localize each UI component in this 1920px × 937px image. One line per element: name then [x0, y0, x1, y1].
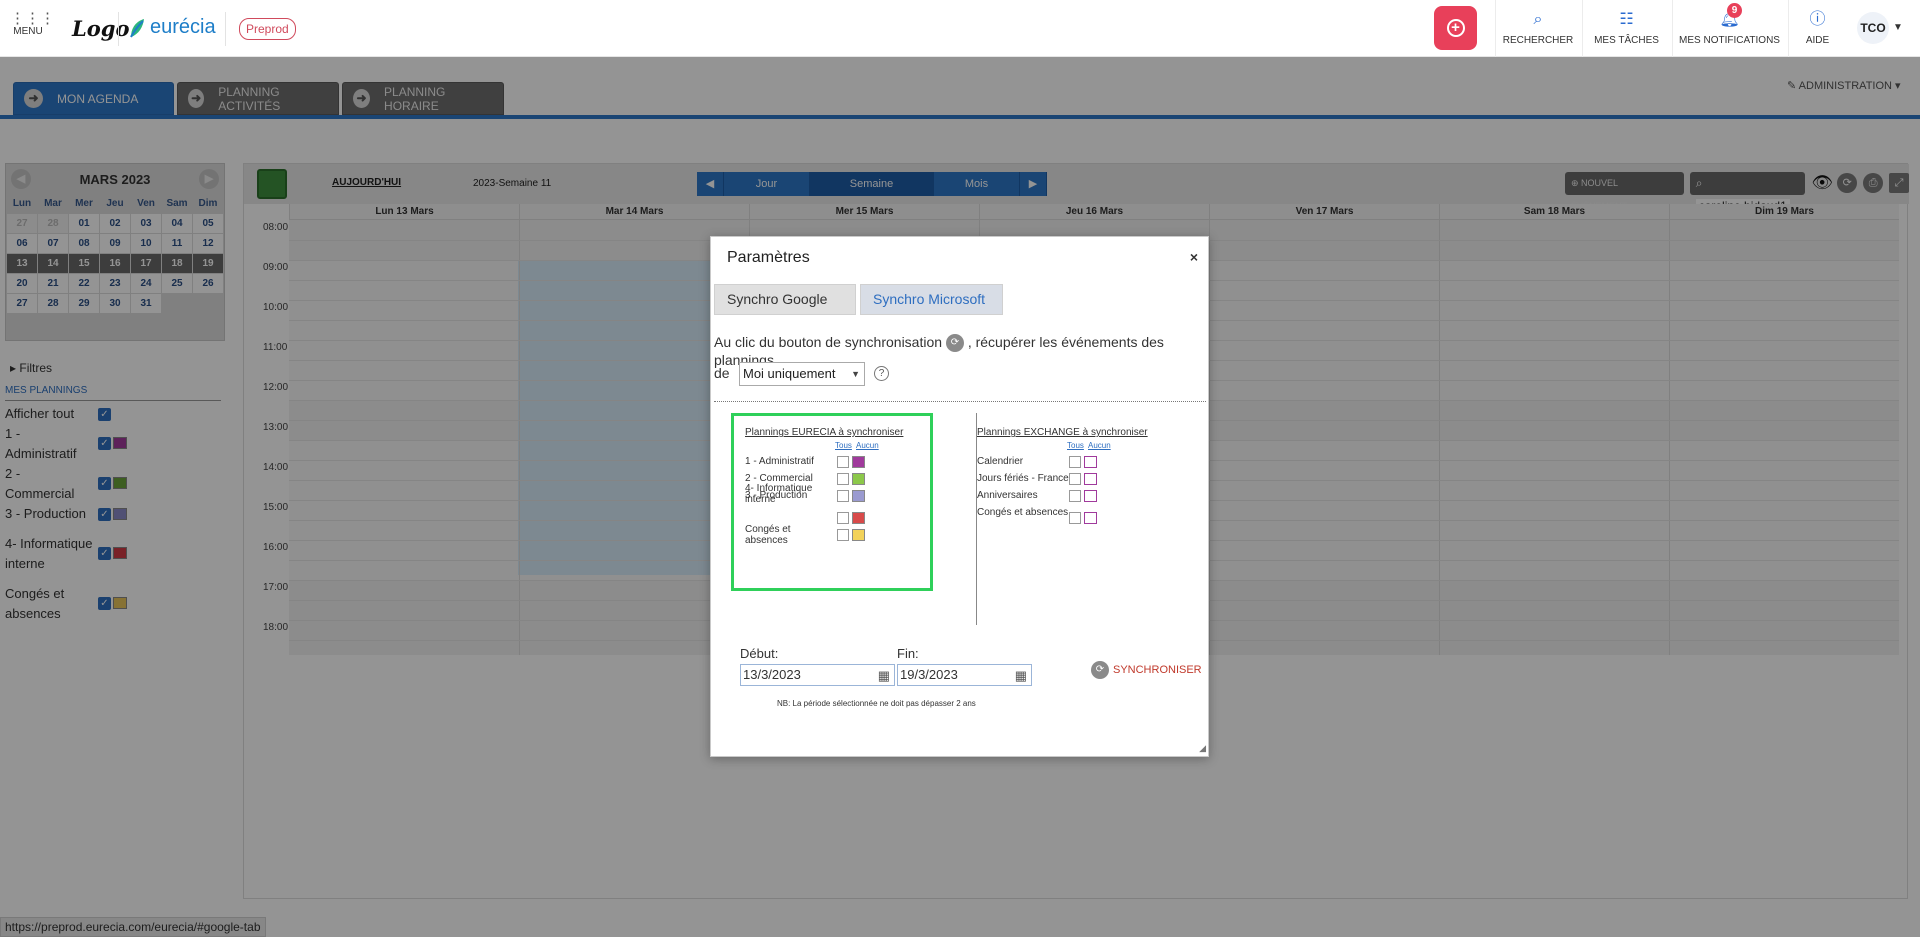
tasks-icon: ☷: [1619, 11, 1634, 28]
notifications-button[interactable]: 🔔︎ 9 MES NOTIFICATIONS: [1672, 0, 1786, 57]
eurecia-planning-checkbox[interactable]: [837, 512, 849, 524]
eurecia-logo[interactable]: eurécia: [129, 16, 216, 39]
calendar-icon[interactable]: ▦: [1015, 666, 1027, 686]
exchange-planning-checkbox[interactable]: [1069, 473, 1081, 485]
exchange-select-all[interactable]: Tous: [1067, 441, 1084, 450]
eurecia-planning-checkbox[interactable]: [837, 490, 849, 502]
eurecia-select-all[interactable]: Tous: [835, 441, 852, 450]
header-divider: [118, 12, 119, 46]
exchange-planning-label: Calendrier: [977, 456, 1024, 467]
grid-icon: ⋮⋮⋮: [10, 10, 55, 27]
exchange-planning-color-swatch: [1084, 473, 1097, 485]
end-date-label: Fin:: [897, 646, 919, 661]
eurecia-leaf-icon: [130, 18, 144, 37]
help-icon[interactable]: ?: [874, 366, 889, 381]
search-icon: ⌕: [1533, 11, 1543, 28]
quick-add-button[interactable]: +: [1434, 6, 1477, 50]
exchange-planning-checkbox[interactable]: [1069, 456, 1081, 468]
user-avatar[interactable]: TCO: [1857, 12, 1889, 44]
eurecia-planning-checkbox[interactable]: [837, 456, 849, 468]
eurecia-planning-label: 1 - Administratif: [745, 456, 814, 467]
eurecia-planning-color-swatch: [852, 490, 865, 502]
notification-count-badge: 9: [1727, 3, 1742, 18]
close-icon[interactable]: ×: [1190, 249, 1198, 265]
eurecia-plannings-title: Plannings EURECIA à synchroniser: [745, 427, 904, 438]
exchange-planning-color-swatch: [1084, 490, 1097, 502]
eurecia-planning-color-swatch: [852, 512, 865, 524]
exchange-planning-color-swatch: [1084, 456, 1097, 468]
help-button[interactable]: ⓘ AIDE: [1788, 0, 1846, 57]
exchange-planning-label: Congés et absences: [977, 507, 1069, 518]
eurecia-select-none[interactable]: Aucun: [856, 441, 879, 450]
synchronize-button[interactable]: ⟳ SYNCHRONISER: [1091, 661, 1202, 679]
end-date-input[interactable]: 19/3/2023 ▦: [897, 664, 1032, 686]
eurecia-planning-label: Congés et absences: [745, 524, 791, 546]
exchange-planning-color-swatch: [1084, 512, 1097, 524]
start-date-input[interactable]: 13/3/2023 ▦: [740, 664, 895, 686]
menu-button[interactable]: ⋮⋮⋮ MENU: [10, 10, 55, 37]
exchange-planning-label: Anniversaires: [977, 490, 1038, 501]
plus-icon: +: [1446, 19, 1465, 37]
chevron-down-icon[interactable]: ▼: [1893, 22, 1903, 33]
eurecia-planning-color-swatch: [852, 473, 865, 485]
env-badge: Preprod: [239, 18, 296, 40]
search-button[interactable]: ⌕ RECHERCHER: [1495, 0, 1580, 57]
exchange-planning-checkbox[interactable]: [1069, 490, 1081, 502]
exchange-select-none[interactable]: Aucun: [1088, 441, 1111, 450]
exchange-planning-checkbox[interactable]: [1069, 512, 1081, 524]
settings-dialog: Paramètres × Synchro Google Synchro Micr…: [710, 236, 1209, 757]
eurecia-planning-label: 4- Informatique interne: [745, 483, 813, 505]
dialog-title: Paramètres: [727, 249, 810, 266]
resize-handle[interactable]: ◢: [1199, 743, 1206, 754]
chevron-down-icon: ▼: [851, 369, 860, 379]
header-divider: [225, 12, 226, 46]
period-note: NB: La période sélectionnée ne doit pas …: [777, 699, 976, 708]
tab-synchro-microsoft[interactable]: Synchro Microsoft: [860, 284, 1003, 315]
help-icon: ⓘ: [1809, 11, 1826, 28]
sync-icon: ⟳: [945, 334, 964, 353]
eurecia-planning-color-swatch: [852, 456, 865, 468]
column-divider: [976, 413, 977, 625]
tasks-button[interactable]: ☷ MES TÂCHES: [1582, 0, 1670, 57]
eurecia-planning-color-swatch: [852, 529, 865, 541]
calendar-icon[interactable]: ▦: [878, 666, 890, 686]
exchange-planning-label: Jours fériés - France: [977, 473, 1069, 484]
sync-icon: ⟳: [1091, 661, 1109, 679]
exchange-plannings-title: Plannings EXCHANGE à synchroniser: [977, 427, 1148, 438]
eurecia-planning-checkbox[interactable]: [837, 473, 849, 485]
eurecia-planning-checkbox[interactable]: [837, 529, 849, 541]
tab-synchro-google[interactable]: Synchro Google: [714, 284, 856, 315]
divider: [714, 401, 1206, 402]
de-label: de: [714, 365, 730, 381]
top-header: ⋮⋮⋮ MENU Logo eurécia Preprod + ⌕ RECHER…: [0, 0, 1920, 57]
scope-select[interactable]: Moi uniquement ▼: [739, 362, 865, 386]
company-logo[interactable]: Logo: [72, 16, 129, 41]
start-date-label: Début:: [740, 646, 779, 661]
